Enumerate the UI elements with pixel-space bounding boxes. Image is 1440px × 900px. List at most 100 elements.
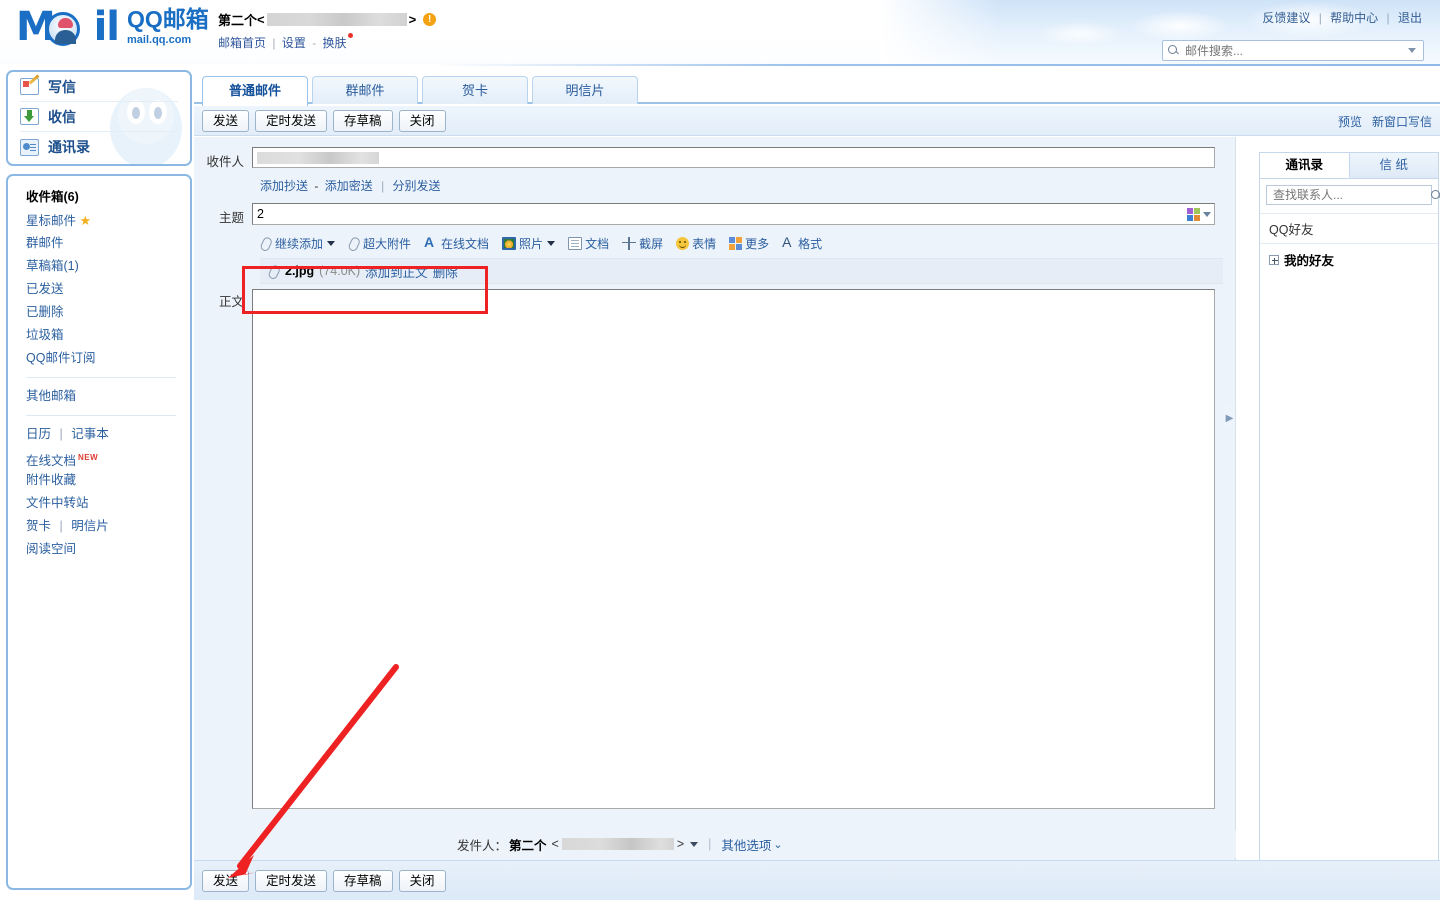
scheduled-send-button-bottom[interactable]: 定时发送: [255, 869, 328, 892]
mail-home-link[interactable]: 邮箱首页: [218, 36, 266, 50]
sidebar-link-calendar[interactable]: 日历: [26, 427, 51, 441]
attach-tool-format[interactable]: 格式: [782, 234, 822, 252]
stationery-color-icon[interactable]: [1187, 207, 1200, 221]
settings-link[interactable]: 设置: [282, 36, 306, 50]
sidebar-folder-group-mail[interactable]: 群邮件: [26, 232, 190, 255]
attach-tool-label-online-doc: 在线文档: [441, 236, 490, 251]
sidebar-folder-trash[interactable]: 垃圾箱: [26, 324, 190, 347]
contact-group-my-friends[interactable]: 我的好友: [1260, 244, 1438, 275]
chevron-down-icon[interactable]: [1408, 48, 1416, 53]
qq-mail-logo[interactable]: M il QQ邮箱 mail.qq.com: [16, 6, 209, 48]
mail-search-box[interactable]: [1162, 40, 1424, 61]
scheduled-send-button-top[interactable]: 定时发送: [255, 109, 328, 132]
sidebar-folder-drafts[interactable]: 草稿箱(1): [26, 255, 190, 278]
send-button-top[interactable]: 发送: [202, 109, 250, 132]
chevron-down-icon[interactable]: [547, 240, 556, 246]
delete-attachment-link[interactable]: 删除: [433, 262, 458, 281]
chevron-down-icon[interactable]: [327, 240, 336, 246]
sidebar-item-write-mail[interactable]: 写信: [20, 72, 178, 102]
sidebar-folder-deleted[interactable]: 已删除: [26, 301, 190, 324]
subject-input[interactable]: 2: [252, 203, 1215, 225]
attach-tool-large-attachment[interactable]: 超大附件: [348, 235, 411, 252]
sender-label: 发件人：: [457, 838, 508, 853]
contact-search-input[interactable]: [1271, 187, 1430, 203]
logout-link[interactable]: 退出: [1398, 11, 1422, 25]
sidebar-link-file-transfer[interactable]: 文件中转站: [26, 496, 89, 510]
tab-contacts[interactable]: 通讯录: [1260, 153, 1350, 178]
expand-plus-icon[interactable]: [1269, 254, 1279, 265]
recipient-input[interactable]: [252, 147, 1215, 168]
send-button-bottom[interactable]: 发送: [202, 869, 250, 892]
sidebar-folder-label-starred: 星标邮件: [26, 214, 77, 228]
contacts-panel: 通讯录 信 纸 QQ好友 我的好友: [1259, 152, 1440, 892]
sidebar-item-online-doc[interactable]: 在线文档 NEW: [26, 446, 190, 469]
add-bcc-link[interactable]: 添加密送: [325, 179, 373, 193]
sidebar-folder-inbox[interactable]: 收件箱(6): [26, 186, 190, 209]
tab-normal-mail[interactable]: 普通邮件: [202, 76, 308, 106]
attach-tool-emoji[interactable]: 表情: [676, 235, 716, 252]
save-draft-button-top[interactable]: 存草稿: [333, 109, 393, 132]
mail-body-editor[interactable]: [252, 289, 1215, 809]
new-window-compose-link[interactable]: 新窗口写信: [1372, 113, 1432, 130]
attach-tool-photo[interactable]: 照片: [502, 235, 556, 252]
attach-tool-label-more: 更多: [745, 236, 770, 251]
top-link-separator-2: |: [1386, 11, 1390, 25]
sidebar-link-attachment-fav[interactable]: 附件收藏: [26, 473, 76, 487]
qq-mail-compose-page: M il QQ邮箱 mail.qq.com 第二个 < > ! 邮箱首页 | 设…: [0, 0, 1440, 900]
sidebar-folder-sent[interactable]: 已发送: [26, 278, 190, 301]
sidebar-link-postcard[interactable]: 明信片: [71, 519, 109, 533]
insert-to-body-link[interactable]: 添加到正文: [365, 262, 428, 281]
warning-icon[interactable]: !: [423, 13, 437, 26]
tab-group-mail[interactable]: 群邮件: [312, 76, 418, 104]
sidebar-link-greeting-card[interactable]: 贺卡: [26, 519, 51, 533]
feedback-link[interactable]: 反馈建议: [1262, 11, 1310, 25]
sidebar-item-attachment-fav[interactable]: 附件收藏: [26, 469, 190, 492]
sidebar-item-file-transfer[interactable]: 文件中转站: [26, 492, 190, 515]
sidebar-folder-subscription[interactable]: QQ邮件订阅: [26, 347, 190, 370]
attach-tool-document[interactable]: 文档: [568, 235, 609, 252]
contact-search-box[interactable]: [1266, 185, 1440, 205]
sidebar-link-notebook[interactable]: 记事本: [71, 427, 109, 441]
account-email-masked: [266, 13, 407, 26]
panel-collapse-arrow-icon[interactable]: ▶: [1224, 406, 1235, 430]
close-button-top[interactable]: 关闭: [398, 109, 446, 132]
help-center-link[interactable]: 帮助中心: [1330, 11, 1378, 25]
link-separator: |: [272, 36, 276, 50]
tab-postcard[interactable]: 明信片: [532, 76, 638, 104]
subject-label: 主题: [218, 211, 244, 225]
attach-tool-continue-add[interactable]: 继续添加: [260, 235, 336, 252]
contact-group-label: 我的好友: [1284, 254, 1335, 268]
online-doc-icon: [424, 234, 438, 250]
sidebar-item-label-write: 写信: [48, 78, 76, 95]
sidebar-item-receive-mail[interactable]: 收信: [20, 102, 178, 132]
sidebar-item-reading-space[interactable]: 阅读空间: [26, 538, 190, 561]
attach-tool-screenshot[interactable]: 截屏: [622, 235, 663, 252]
chevron-down-icon[interactable]: [690, 841, 699, 847]
preview-link[interactable]: 预览: [1338, 113, 1362, 130]
sidebar-item-other-mailbox[interactable]: 其他邮箱: [26, 385, 190, 408]
sender-gt: >: [676, 837, 685, 851]
sidebar-link-online-doc[interactable]: 在线文档: [26, 454, 76, 468]
send-separately-link[interactable]: 分别发送: [393, 179, 441, 193]
chevron-down-icon[interactable]: [1203, 211, 1211, 217]
save-draft-button-bottom[interactable]: 存草稿: [333, 869, 393, 892]
sidebar-link-reading-space[interactable]: 阅读空间: [26, 542, 76, 556]
tab-label-normal-mail: 普通邮件: [228, 83, 281, 98]
sidebar-folder-list: 收件箱(6) 星标邮件 ★ 群邮件 草稿箱(1) 已发送 已删除 垃圾箱 QQ邮…: [6, 174, 192, 890]
attach-tool-more[interactable]: 更多: [729, 235, 769, 252]
search-input[interactable]: [1183, 42, 1408, 59]
contact-group-header[interactable]: QQ好友: [1260, 213, 1438, 244]
sidebar-folder-starred[interactable]: 星标邮件 ★: [26, 209, 190, 232]
tab-greeting-card[interactable]: 贺卡: [422, 76, 528, 104]
attach-tool-online-doc[interactable]: 在线文档: [424, 234, 490, 252]
other-options-link[interactable]: 其他选项: [721, 835, 771, 854]
search-icon[interactable]: [1430, 189, 1440, 202]
chevron-double-down-icon[interactable]: ⌄: [773, 838, 782, 851]
tab-stationery[interactable]: 信 纸: [1349, 153, 1438, 178]
address-book-icon: [20, 138, 39, 156]
format-text-icon: [782, 234, 795, 250]
sidebar-item-address-book[interactable]: 通讯录: [20, 132, 178, 162]
add-cc-link[interactable]: 添加抄送: [260, 179, 308, 193]
close-button-bottom[interactable]: 关闭: [398, 869, 446, 892]
skin-link[interactable]: 换肤: [323, 36, 347, 50]
